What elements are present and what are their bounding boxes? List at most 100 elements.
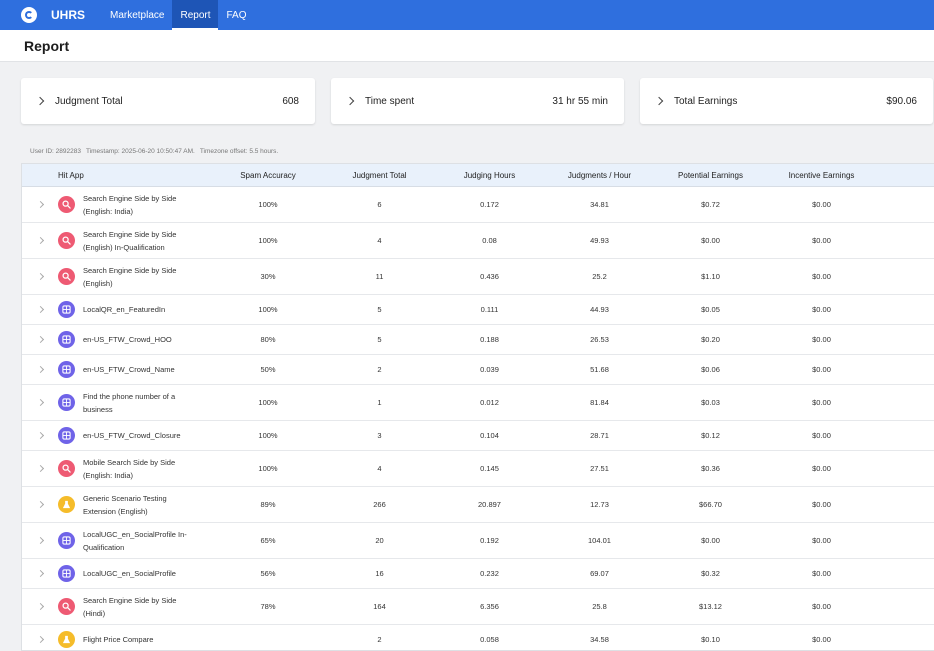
judging-hours-cell: 0.172 xyxy=(480,200,499,209)
judgments-per-hour-cell: 51.68 xyxy=(590,365,609,374)
judging-hours-cell: 0.145 xyxy=(480,464,499,473)
card-value: $90.06 xyxy=(886,95,917,107)
nav-report[interactable]: Report xyxy=(172,0,219,30)
column-header-hit-app[interactable]: Hit App xyxy=(58,171,218,180)
flask-icon xyxy=(58,496,75,513)
expand-row-button[interactable] xyxy=(22,635,58,644)
hit-app-cell: en-US_FTW_Crowd_Name xyxy=(58,361,218,378)
brand-name[interactable]: UHRS xyxy=(51,8,102,22)
card-value: 31 hr 55 min xyxy=(552,95,608,107)
total-earnings-card[interactable]: Total Earnings $90.06 xyxy=(640,78,933,124)
potential-earnings-cell: $0.00 xyxy=(701,536,720,545)
nav-marketplace[interactable]: Marketplace xyxy=(102,0,172,30)
table-row[interactable]: LocalUGC_en_SocialProfile In-Qualificati… xyxy=(22,523,934,559)
table-row[interactable]: Search Engine Side by Side (English) In-… xyxy=(22,223,934,259)
incentive-earnings-cell: $0.00 xyxy=(812,635,831,644)
column-header-incentive-earnings[interactable]: Incentive Earnings xyxy=(760,171,883,180)
expand-row-button[interactable] xyxy=(22,602,58,611)
potential-earnings-cell: $0.12 xyxy=(701,431,720,440)
judgment-total-cell: 1 xyxy=(377,398,382,407)
incentive-earnings-cell: $0.00 xyxy=(812,305,831,314)
hit-app-name[interactable]: Mobile Search Side by Side (English: Ind… xyxy=(83,456,191,482)
judgment-total-card[interactable]: Judgment Total 608 xyxy=(21,78,315,124)
hit-app-name[interactable]: LocalUGC_en_SocialProfile In-Qualificati… xyxy=(83,528,191,554)
table-row[interactable]: Search Engine Side by Side (Hindi) 78% 164… xyxy=(22,589,934,625)
hit-app-cell: LocalQR_en_FeaturedIn xyxy=(58,301,218,318)
nav-faq[interactable]: FAQ xyxy=(218,0,254,30)
grid-app-icon xyxy=(58,394,75,411)
hit-app-name[interactable]: Generic Scenario Testing Extension (Engl… xyxy=(83,492,191,518)
column-header-judgment-total[interactable]: Judgment Total xyxy=(318,171,441,180)
table-row[interactable]: LocalQR_en_FeaturedIn 100% 5 0.111 44.93 $0.0… xyxy=(22,295,934,325)
judgments-per-hour-cell: 28.71 xyxy=(590,431,609,440)
hit-app-report-table: Hit App Spam Accuracy Judgment Total Jud… xyxy=(21,163,934,651)
expand-row-button[interactable] xyxy=(22,398,58,407)
potential-earnings-cell: $0.10 xyxy=(701,635,720,644)
expand-row-button[interactable] xyxy=(22,464,58,473)
judgment-total-cell: 2 xyxy=(377,635,382,644)
user-id: User ID: 2892283 xyxy=(30,148,81,155)
hit-app-name[interactable]: Search Engine Side by Side (English) xyxy=(83,264,191,290)
judgment-total-cell: 6 xyxy=(377,200,382,209)
table-row[interactable]: en-US_FTW_Crowd_Name 50% 2 0.039 51.68 $0.06 $… xyxy=(22,355,934,385)
hit-app-name[interactable]: Search Engine Side by Side (English: Ind… xyxy=(83,192,191,218)
judgments-per-hour-cell: 27.51 xyxy=(590,464,609,473)
table-row[interactable]: Generic Scenario Testing Extension (Engl… xyxy=(22,487,934,523)
table-row[interactable]: Find the phone number of a business 100% 1… xyxy=(22,385,934,421)
table-row[interactable]: Search Engine Side by Side (English: Ind… xyxy=(22,187,934,223)
incentive-earnings-cell: $0.00 xyxy=(812,569,831,578)
hit-app-name[interactable]: Flight Price Compare xyxy=(83,633,191,646)
hit-app-name[interactable]: Search Engine Side by Side (English) In-… xyxy=(83,228,191,254)
potential-earnings-cell: $1.10 xyxy=(701,272,720,281)
expand-row-button[interactable] xyxy=(22,365,58,374)
time-spent-card[interactable]: Time spent 31 hr 55 min xyxy=(331,78,624,124)
judgment-total-cell: 5 xyxy=(377,305,382,314)
expand-row-button[interactable] xyxy=(22,236,58,245)
expand-row-button[interactable] xyxy=(22,536,58,545)
hit-app-name[interactable]: Find the phone number of a business xyxy=(83,390,191,416)
potential-earnings-cell: $66.70 xyxy=(699,500,722,509)
hit-app-cell: Find the phone number of a business xyxy=(58,390,218,416)
hit-app-name[interactable]: en-US_FTW_Crowd_HOO xyxy=(83,333,191,346)
table-row[interactable]: en-US_FTW_Crowd_HOO 80% 5 0.188 26.53 $0.20 $0… xyxy=(22,325,934,355)
uhrs-logo-icon[interactable] xyxy=(21,7,37,23)
hit-app-name[interactable]: LocalQR_en_FeaturedIn xyxy=(83,303,191,316)
expand-row-button[interactable] xyxy=(22,569,58,578)
column-header-spam-accuracy[interactable]: Spam Accuracy xyxy=(218,171,318,180)
table-row[interactable]: en-US_FTW_Crowd_Closure 100% 3 0.104 28.71 $0… xyxy=(22,421,934,451)
judgments-per-hour-cell: 34.58 xyxy=(590,635,609,644)
search-icon xyxy=(58,232,75,249)
judging-hours-cell: 0.039 xyxy=(480,365,499,374)
expand-row-button[interactable] xyxy=(22,272,58,281)
hit-app-name[interactable]: en-US_FTW_Crowd_Closure xyxy=(83,429,191,442)
judgments-per-hour-cell: 12.73 xyxy=(590,500,609,509)
card-label: Total Earnings xyxy=(674,95,738,107)
table-row[interactable]: LocalUGC_en_SocialProfile 56% 16 0.232 69.07… xyxy=(22,559,934,589)
expand-row-button[interactable] xyxy=(22,335,58,344)
potential-earnings-cell: $0.06 xyxy=(701,365,720,374)
table-row[interactable]: Mobile Search Side by Side (English: Ind… xyxy=(22,451,934,487)
judgment-total-cell: 164 xyxy=(373,602,386,611)
table-body: Search Engine Side by Side (English: Ind… xyxy=(22,187,934,650)
spam-accuracy-cell: 100% xyxy=(258,236,278,245)
incentive-earnings-cell: $0.00 xyxy=(812,464,831,473)
incentive-earnings-cell: $0.00 xyxy=(812,500,831,509)
spam-accuracy-cell: 30% xyxy=(260,272,276,281)
incentive-earnings-cell: $0.00 xyxy=(812,272,831,281)
expand-row-button[interactable] xyxy=(22,431,58,440)
hit-app-name[interactable]: en-US_FTW_Crowd_Name xyxy=(83,363,191,376)
judging-hours-cell: 0.232 xyxy=(480,569,499,578)
expand-row-button[interactable] xyxy=(22,305,58,314)
expand-row-button[interactable] xyxy=(22,500,58,509)
column-header-potential-earnings[interactable]: Potential Earnings xyxy=(661,171,760,180)
column-header-judgments-per-hour[interactable]: Judgments / Hour xyxy=(538,171,661,180)
expand-row-button[interactable] xyxy=(22,200,58,209)
table-row[interactable]: Search Engine Side by Side (English) 30% 1… xyxy=(22,259,934,295)
spam-accuracy-cell: 56% xyxy=(260,569,276,578)
hit-app-name[interactable]: Search Engine Side by Side (Hindi) xyxy=(83,594,191,620)
card-value: 608 xyxy=(282,95,299,107)
hit-app-name[interactable]: LocalUGC_en_SocialProfile xyxy=(83,567,191,580)
column-header-judging-hours[interactable]: Judging Hours xyxy=(441,171,538,180)
timezone-offset: Timezone offset: 5.5 hours. xyxy=(199,148,279,155)
table-row[interactable]: Flight Price Compare 2 0.058 34.58 $0.10 $0.0… xyxy=(22,625,934,650)
